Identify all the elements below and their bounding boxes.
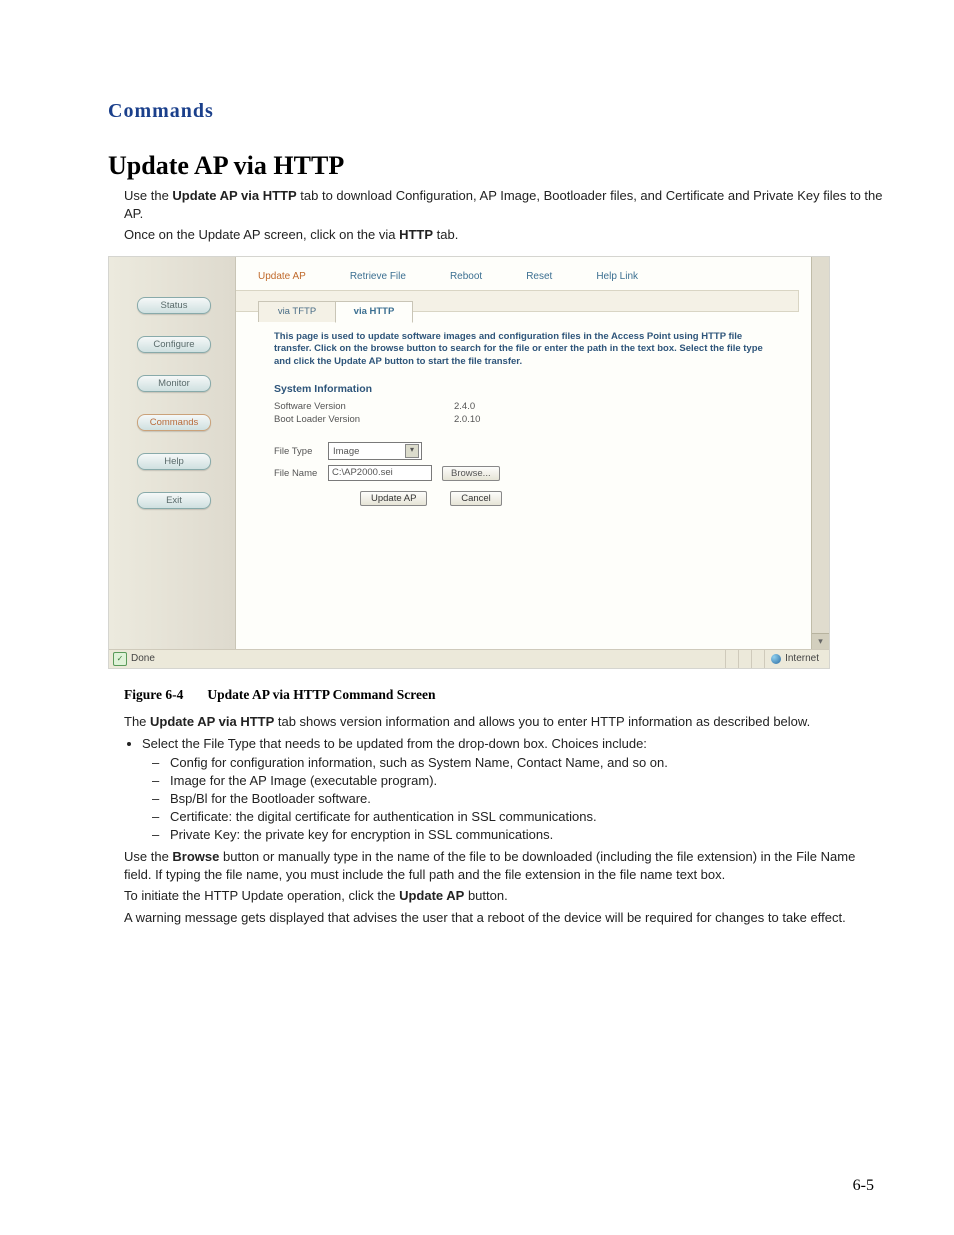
- security-zone: Internet: [785, 653, 819, 664]
- filename-input[interactable]: C:\AP2000.sei: [328, 465, 432, 481]
- cancel-button[interactable]: Cancel: [450, 491, 502, 506]
- top-tabs: Update AP Retrieve File Reboot Reset Hel…: [236, 265, 799, 290]
- page-number: 6-5: [853, 1177, 874, 1195]
- row-bootloader-version: Boot Loader Version 2.0.10: [274, 414, 771, 425]
- tab-reboot[interactable]: Reboot: [450, 271, 482, 282]
- filename-label: File Name: [274, 468, 328, 479]
- update-ap-button[interactable]: Update AP: [360, 491, 427, 506]
- filetype-select[interactable]: Image ▾: [328, 442, 422, 460]
- scroll-down-icon[interactable]: ▾: [812, 633, 829, 649]
- page-title: Update AP via HTTP: [108, 151, 884, 181]
- subtab-via-http[interactable]: via HTTP: [335, 301, 413, 323]
- row-software-version: Software Version 2.4.0: [274, 401, 771, 412]
- sidebar-item-status[interactable]: Status: [137, 297, 211, 314]
- chevron-down-icon: ▾: [405, 444, 419, 458]
- system-info-heading: System Information: [274, 383, 771, 395]
- sub-tabs: via TFTP via HTTP: [258, 301, 799, 323]
- filetype-list: Select the File Type that needs to be up…: [142, 736, 884, 842]
- sidebar-item-exit[interactable]: Exit: [137, 492, 211, 509]
- globe-icon: [771, 654, 781, 664]
- list-item: Config for configuration information, su…: [170, 755, 884, 770]
- filetype-label: File Type: [274, 446, 328, 457]
- sidebar-item-monitor[interactable]: Monitor: [137, 375, 211, 392]
- intro-paragraph-2: Once on the Update AP screen, click on t…: [124, 226, 884, 244]
- tab-retrieve-file[interactable]: Retrieve File: [350, 271, 406, 282]
- sidebar-item-commands[interactable]: Commands: [137, 414, 211, 431]
- done-icon: ✓: [113, 652, 127, 666]
- embedded-screenshot: Status Configure Monitor Commands Help E…: [108, 256, 830, 669]
- tab-help-link[interactable]: Help Link: [596, 271, 638, 282]
- para-warning: A warning message gets displayed that ad…: [124, 909, 884, 927]
- browser-status-bar: ✓ Done Internet: [109, 649, 829, 668]
- figure-caption: Figure 6-4Update AP via HTTP Command Scr…: [124, 687, 884, 703]
- para-initiate: To initiate the HTTP Update operation, c…: [124, 887, 884, 905]
- para-browse: Use the Browse button or manually type i…: [124, 848, 884, 883]
- sidebar-item-configure[interactable]: Configure: [137, 336, 211, 353]
- list-item: Image for the AP Image (executable progr…: [170, 773, 884, 788]
- page-description: This page is used to update software ima…: [274, 331, 771, 369]
- para-tab-shows: The Update AP via HTTP tab shows version…: [124, 713, 884, 731]
- tab-update-ap[interactable]: Update AP: [258, 271, 306, 282]
- intro-paragraph-1: Use the Update AP via HTTP tab to downlo…: [124, 187, 884, 222]
- list-item: Private Key: the private key for encrypt…: [170, 827, 884, 842]
- sidebar: Status Configure Monitor Commands Help E…: [109, 257, 236, 649]
- scrollbar[interactable]: ▾: [811, 257, 829, 649]
- list-item: Select the File Type that needs to be up…: [142, 736, 884, 842]
- subtab-via-tftp[interactable]: via TFTP: [258, 301, 336, 322]
- list-item: Bsp/Bl for the Bootloader software.: [170, 791, 884, 806]
- tab-reset[interactable]: Reset: [526, 271, 552, 282]
- browse-button[interactable]: Browse...: [442, 466, 500, 481]
- list-item: Certificate: the digital certificate for…: [170, 809, 884, 824]
- section-heading: Commands: [108, 100, 884, 123]
- sidebar-item-help[interactable]: Help: [137, 453, 211, 470]
- status-text: Done: [131, 653, 155, 664]
